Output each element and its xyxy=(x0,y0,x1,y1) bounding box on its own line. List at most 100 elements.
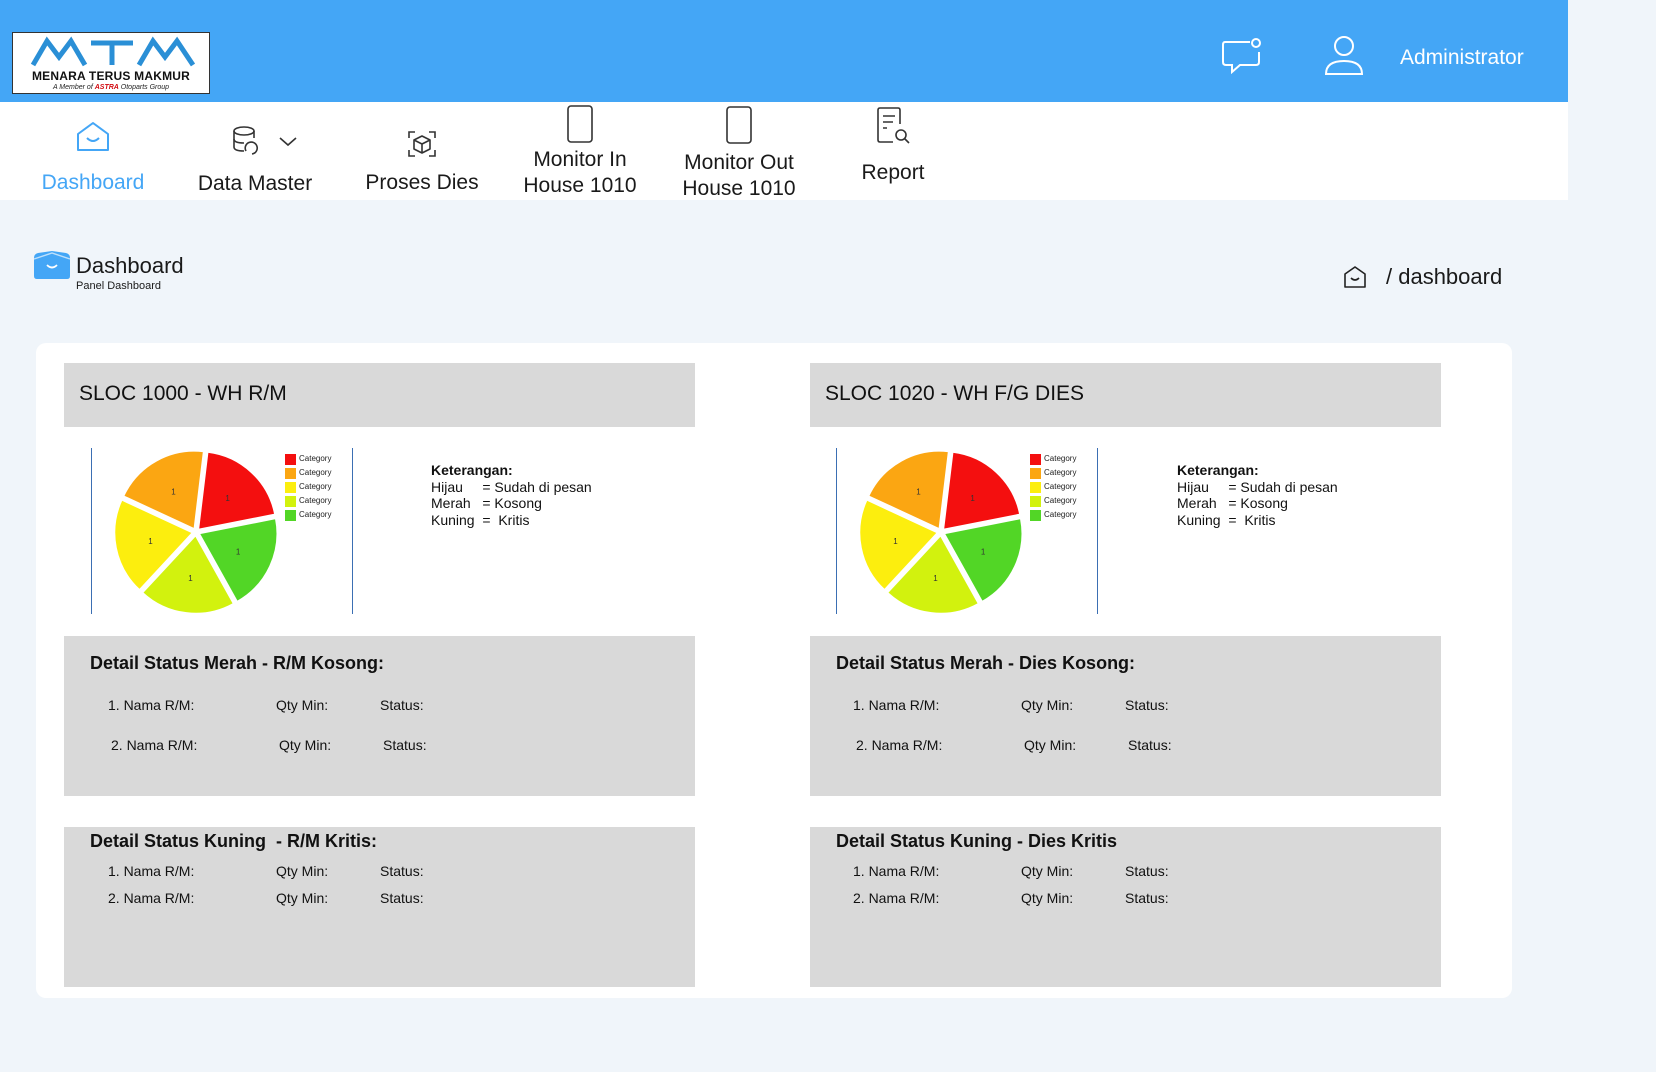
keterangan-row: Hijau = Sudah di pesan xyxy=(1177,478,1338,495)
item-name-label: 1. Nama R/M: xyxy=(853,863,940,879)
status-label: Status: xyxy=(1125,697,1169,713)
keterangan-row: Kuning = Kritis xyxy=(431,511,530,528)
qty-min-label: Qty Min: xyxy=(279,737,332,753)
keterangan-title: Keterangan: xyxy=(431,462,513,478)
keterangan-row: Merah = Kosong xyxy=(431,495,542,511)
dashboard-icon xyxy=(33,251,71,279)
legend-swatch xyxy=(285,496,296,507)
pie-chart-card: 1 1 1 1 1 Category Category Category Categor… xyxy=(836,448,1100,615)
legend-label: Category xyxy=(299,496,332,505)
pie-slice-label: 1 xyxy=(225,494,230,503)
company-logo[interactable]: MENARA TERUS MAKMUR A Member of ASTRA Ot… xyxy=(12,32,210,94)
status-label: Status: xyxy=(1125,890,1169,906)
item-name-label: 2. Nama R/M: xyxy=(111,737,198,753)
sloc-title: SLOC 1000 - WH R/M xyxy=(79,382,287,405)
legend-label: Category xyxy=(1044,482,1077,491)
chart-legend: Category Category Category Category Cate… xyxy=(285,453,353,525)
status-label: Status: xyxy=(383,737,427,753)
legend-swatch xyxy=(1030,510,1041,521)
user-icon[interactable] xyxy=(1322,34,1366,76)
legend-item: Category xyxy=(285,481,355,493)
box-icon xyxy=(408,131,436,157)
nav-monitor-out-house[interactable]: Monitor Out House 1010 xyxy=(672,106,806,202)
breadcrumb[interactable]: / dashboard xyxy=(1386,264,1502,290)
nav-proses-dies[interactable]: Proses Dies xyxy=(356,128,488,196)
chat-icon[interactable] xyxy=(1220,36,1264,74)
user-name[interactable]: Administrator xyxy=(1400,46,1524,70)
pie-slice xyxy=(197,451,276,531)
home-icon[interactable] xyxy=(1342,264,1368,290)
nav-label: Monitor Out House 1010 xyxy=(682,151,796,200)
qty-min-label: Qty Min: xyxy=(1021,890,1074,906)
pie-slice xyxy=(942,451,1021,531)
legend-swatch xyxy=(1030,468,1041,479)
legend-item: Category xyxy=(1030,509,1100,521)
pie-slice-label: 1 xyxy=(916,487,921,496)
legend-item: Category xyxy=(1030,467,1100,479)
pie-slice-label: 1 xyxy=(933,574,938,583)
legend-item: Category xyxy=(285,495,355,507)
phone-icon xyxy=(567,105,593,143)
top-header-bar: MENARA TERUS MAKMUR A Member of ASTRA Ot… xyxy=(0,0,1568,102)
page-subtitle: Panel Dashboard xyxy=(76,280,162,292)
legend-label: Category xyxy=(299,482,332,491)
nav-monitor-in-house[interactable]: Monitor In House 1010 xyxy=(514,105,646,199)
qty-min-label: Qty Min: xyxy=(276,863,329,879)
item-name-label: 2. Nama R/M: xyxy=(853,890,940,906)
item-name-label: 1. Nama R/M: xyxy=(853,697,940,713)
nav-label: Dashboard xyxy=(41,171,145,194)
status-label: Status: xyxy=(1125,863,1169,879)
logo-tagline: A Member of ASTRA Otoparts Group xyxy=(52,84,170,91)
legend-item: Category xyxy=(285,509,355,521)
legend-item: Category xyxy=(285,453,355,465)
legend-label: Category xyxy=(1044,496,1077,505)
nav-label: Data Master xyxy=(197,172,313,195)
item-name-label: 2. Nama R/M: xyxy=(856,737,943,753)
detail-kuning-card: Detail Status Kuning - Dies Kritis 1. Na… xyxy=(810,827,1441,987)
legend-swatch xyxy=(1030,482,1041,493)
qty-min-label: Qty Min: xyxy=(1021,863,1074,879)
nav-label: Proses Dies xyxy=(365,171,479,194)
status-label: Status: xyxy=(380,697,424,713)
legend-swatch xyxy=(285,454,296,465)
detail-merah-card: Detail Status Merah - Dies Kosong: 1. Na… xyxy=(810,636,1441,796)
nav-report[interactable]: Report xyxy=(848,106,938,186)
sloc-title: SLOC 1020 - WH F/G DIES xyxy=(825,382,1085,405)
keterangan-row: Hijau = Sudah di pesan xyxy=(431,478,592,495)
item-name-label: 2. Nama R/M: xyxy=(108,890,195,906)
nav-dashboard[interactable]: Dashboard xyxy=(32,120,154,196)
detail-title: Detail Status Merah - R/M Kosong: xyxy=(90,653,385,673)
main-navigation: Dashboard Data Master Proses Dies Monito… xyxy=(0,102,1568,200)
nav-label: Report xyxy=(861,161,925,184)
legend-label: Category xyxy=(1044,468,1077,477)
database-icon xyxy=(233,126,297,155)
mtm-logo-mark xyxy=(30,36,196,67)
item-name-label: 1. Nama R/M: xyxy=(108,863,195,879)
phone-icon xyxy=(726,106,752,144)
legend-item: Category xyxy=(285,467,355,479)
chevron-down-icon xyxy=(279,137,297,147)
legend-item: Category xyxy=(1030,453,1100,465)
dashboard-panel: SLOC 1000 - WH R/M 1 1 1 1 1 Category Catego… xyxy=(36,343,1512,998)
nav-label: Monitor In House 1010 xyxy=(523,148,637,197)
qty-min-label: Qty Min: xyxy=(1021,697,1074,713)
pie-chart-card: 1 1 1 1 1 Category Category Category Categor… xyxy=(91,448,353,615)
qty-min-label: Qty Min: xyxy=(276,890,329,906)
keterangan-row: Merah = Kosong xyxy=(1177,495,1288,511)
nav-data-master[interactable]: Data Master xyxy=(188,124,322,197)
status-label: Status: xyxy=(380,863,424,879)
keterangan-legend: Keterangan: Hijau = Sudah di pesan Merah… xyxy=(431,462,592,528)
legend-swatch xyxy=(285,468,296,479)
legend-label: Category xyxy=(299,510,332,519)
legend-item: Category xyxy=(1030,495,1100,507)
sloc-header: SLOC 1000 - WH R/M xyxy=(64,363,695,427)
keterangan-legend: Keterangan: Hijau = Sudah di pesan Merah… xyxy=(1177,462,1338,528)
pie-slice-label: 1 xyxy=(970,494,975,503)
keterangan-row: Kuning = Kritis xyxy=(1177,511,1276,528)
report-search-icon xyxy=(877,107,910,144)
pie-slice-label: 1 xyxy=(893,537,898,546)
detail-kuning-card: Detail Status Kuning - R/M Kritis: 1. Na… xyxy=(64,827,695,987)
legend-swatch xyxy=(285,510,296,521)
pie-slice-label: 1 xyxy=(188,574,193,583)
detail-merah-card: Detail Status Merah - R/M Kosong: 1. Nam… xyxy=(64,636,695,796)
